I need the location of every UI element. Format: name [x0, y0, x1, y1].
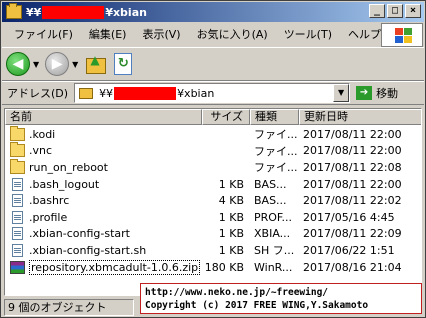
- document-icon: [12, 210, 23, 224]
- list-item[interactable]: .bashrc 4 KB BAS... 2017/08/11 22:02: [5, 192, 421, 209]
- file-date: 2017/08/11 22:09: [303, 227, 402, 241]
- list-header: 名前 サイズ 種類 更新日時: [5, 109, 421, 125]
- title-suffix: ¥xbian: [105, 5, 147, 19]
- file-date: 2017/08/11 22:02: [303, 194, 402, 208]
- folder-icon: [79, 87, 94, 99]
- list-item[interactable]: .xbian-config-start.sh 1 KB SH フ... 2017…: [5, 242, 421, 259]
- folder-icon: [10, 142, 25, 158]
- go-arrow-icon: ➔: [356, 86, 373, 100]
- list-item[interactable]: .vnc ファイ... 2017/08/11 22:00: [5, 142, 421, 160]
- file-type: WinR...: [254, 260, 293, 274]
- file-date: 2017/05/16 4:45: [303, 210, 395, 224]
- file-type: SH フ...: [254, 244, 295, 258]
- toolbar: ◀ ▼ ▶ ▼ ↻: [2, 47, 424, 81]
- list-item[interactable]: .bash_logout 1 KB BAS... 2017/08/11 22:0…: [5, 176, 421, 193]
- redaction-block: [114, 86, 177, 100]
- document-icon: [12, 227, 23, 241]
- address-suffix: ¥xbian: [177, 86, 215, 100]
- list-item[interactable]: .xbian-config-start 1 KB XBIA... 2017/08…: [5, 226, 421, 243]
- folder-icon: [10, 125, 25, 141]
- menu-favorites[interactable]: お気に入り(A): [189, 26, 276, 42]
- file-date: 2017/08/11 22:00: [303, 127, 402, 141]
- column-header-type[interactable]: 種類: [250, 109, 299, 125]
- list-item[interactable]: .profile 1 KB PROF... 2017/05/16 4:45: [5, 209, 421, 226]
- document-icon: [12, 194, 23, 208]
- go-label: 移動: [376, 87, 399, 100]
- file-name: .bashrc: [29, 194, 70, 208]
- copyright-notice: Copyright (c) 2017 FREE WING,Y.Sakamoto: [145, 300, 369, 311]
- file-name: .profile: [29, 210, 68, 224]
- list-item[interactable]: repository.xbmcadult-1.0.6.zip 180 KB Wi…: [5, 259, 421, 276]
- address-bar: アドレス(D) ¥¥ ¥xbian ▼ ➔ 移動: [2, 81, 424, 105]
- title-bar[interactable]: ¥¥ ¥xbian _ □ ×: [2, 2, 424, 22]
- archive-icon: [10, 260, 25, 274]
- file-size: 1 KB: [218, 243, 244, 257]
- list-item[interactable]: run_on_reboot ファイ... 2017/08/11 22:08: [5, 158, 421, 176]
- file-size: 1 KB: [218, 227, 244, 241]
- menu-bar: ファイル(F) 編集(E) 表示(V) お気に入り(A) ツール(T) ヘルプ: [2, 23, 381, 45]
- file-date: 2017/08/16 21:04: [303, 260, 402, 274]
- list-item[interactable]: .kodi ファイ... 2017/08/11 22:00: [5, 125, 421, 143]
- copyright-url: http://www.neko.ne.jp/~freewing/: [145, 287, 329, 298]
- minimize-button[interactable]: _: [369, 4, 385, 18]
- menu-view[interactable]: 表示(V): [134, 26, 188, 42]
- menu-file[interactable]: ファイル(F): [6, 26, 81, 42]
- column-header-size[interactable]: サイズ: [202, 109, 250, 125]
- file-name: repository.xbmcadult-1.0.6.zip: [29, 259, 201, 275]
- file-type: ファイ...: [254, 128, 298, 142]
- menu-tools[interactable]: ツール(T): [276, 26, 340, 42]
- folder-up-icon[interactable]: [86, 53, 107, 74]
- back-arrow-icon[interactable]: ◀: [6, 52, 30, 76]
- file-type: PROF...: [254, 210, 292, 224]
- maximize-button[interactable]: □: [387, 4, 403, 18]
- file-size: 1 KB: [218, 177, 244, 191]
- address-path: ¥¥ ¥xbian: [99, 86, 215, 100]
- file-date: 2017/08/11 22:00: [303, 144, 402, 158]
- window-title: ¥¥ ¥xbian: [26, 5, 147, 19]
- file-date: 2017/08/11 22:08: [303, 160, 402, 174]
- file-type: ファイ...: [254, 144, 298, 158]
- file-name: .xbian-config-start.sh: [29, 243, 147, 257]
- chevron-down-icon[interactable]: ▼: [333, 84, 350, 102]
- file-size: 180 KB: [204, 260, 244, 274]
- copyright-overlay: http://www.neko.ne.jp/~freewing/ Copyrig…: [140, 283, 422, 314]
- address-input[interactable]: ¥¥ ¥xbian ▼: [74, 83, 351, 103]
- status-object-count: 9 個のオブジェクト: [4, 299, 134, 316]
- folder-icon: [10, 158, 25, 174]
- document-icon: [12, 177, 23, 191]
- file-name: run_on_reboot: [29, 160, 108, 174]
- file-name: .vnc: [29, 144, 53, 158]
- file-date: 2017/08/11 22:00: [303, 177, 402, 191]
- forward-arrow-icon[interactable]: ▶: [45, 52, 70, 76]
- back-dropdown-icon[interactable]: ▼: [33, 60, 39, 69]
- sync-icon[interactable]: ↻: [114, 53, 133, 75]
- file-type: XBIA...: [254, 227, 291, 241]
- document-icon: [12, 243, 23, 257]
- forward-dropdown-icon[interactable]: ▼: [72, 60, 78, 69]
- menu-edit[interactable]: 編集(E): [81, 26, 135, 42]
- address-prefix: ¥¥: [99, 86, 114, 100]
- title-prefix: ¥¥: [26, 5, 42, 19]
- file-name: .xbian-config-start: [29, 227, 130, 241]
- column-header-name[interactable]: 名前: [5, 109, 202, 125]
- file-name: .bash_logout: [29, 177, 100, 191]
- file-type: BAS...: [254, 177, 287, 191]
- file-type: ファイ...: [254, 161, 298, 175]
- go-button[interactable]: ➔ 移動: [356, 85, 398, 101]
- file-size: 4 KB: [218, 194, 244, 208]
- file-rows: .kodi ファイ... 2017/08/11 22:00 .vnc ファイ..…: [5, 125, 421, 276]
- column-header-date[interactable]: 更新日時: [299, 109, 421, 125]
- close-button[interactable]: ×: [405, 4, 421, 18]
- file-type: BAS...: [254, 194, 287, 208]
- file-name: .kodi: [29, 127, 56, 141]
- file-list[interactable]: 名前 サイズ 種類 更新日時 .kodi ファイ... 2017/08/11 2…: [4, 108, 422, 296]
- redaction-block: [42, 5, 105, 19]
- explorer-window: ¥¥ ¥xbian _ □ × ファイル(F) 編集(E) 表示(V) お気に入…: [0, 0, 426, 318]
- windows-logo-icon: [381, 23, 423, 47]
- folder-icon: [6, 3, 22, 19]
- file-date: 2017/06/22 1:51: [303, 243, 395, 257]
- file-size: 1 KB: [218, 210, 244, 224]
- caption-buttons: _ □ ×: [369, 4, 421, 18]
- address-label: アドレス(D): [7, 87, 69, 100]
